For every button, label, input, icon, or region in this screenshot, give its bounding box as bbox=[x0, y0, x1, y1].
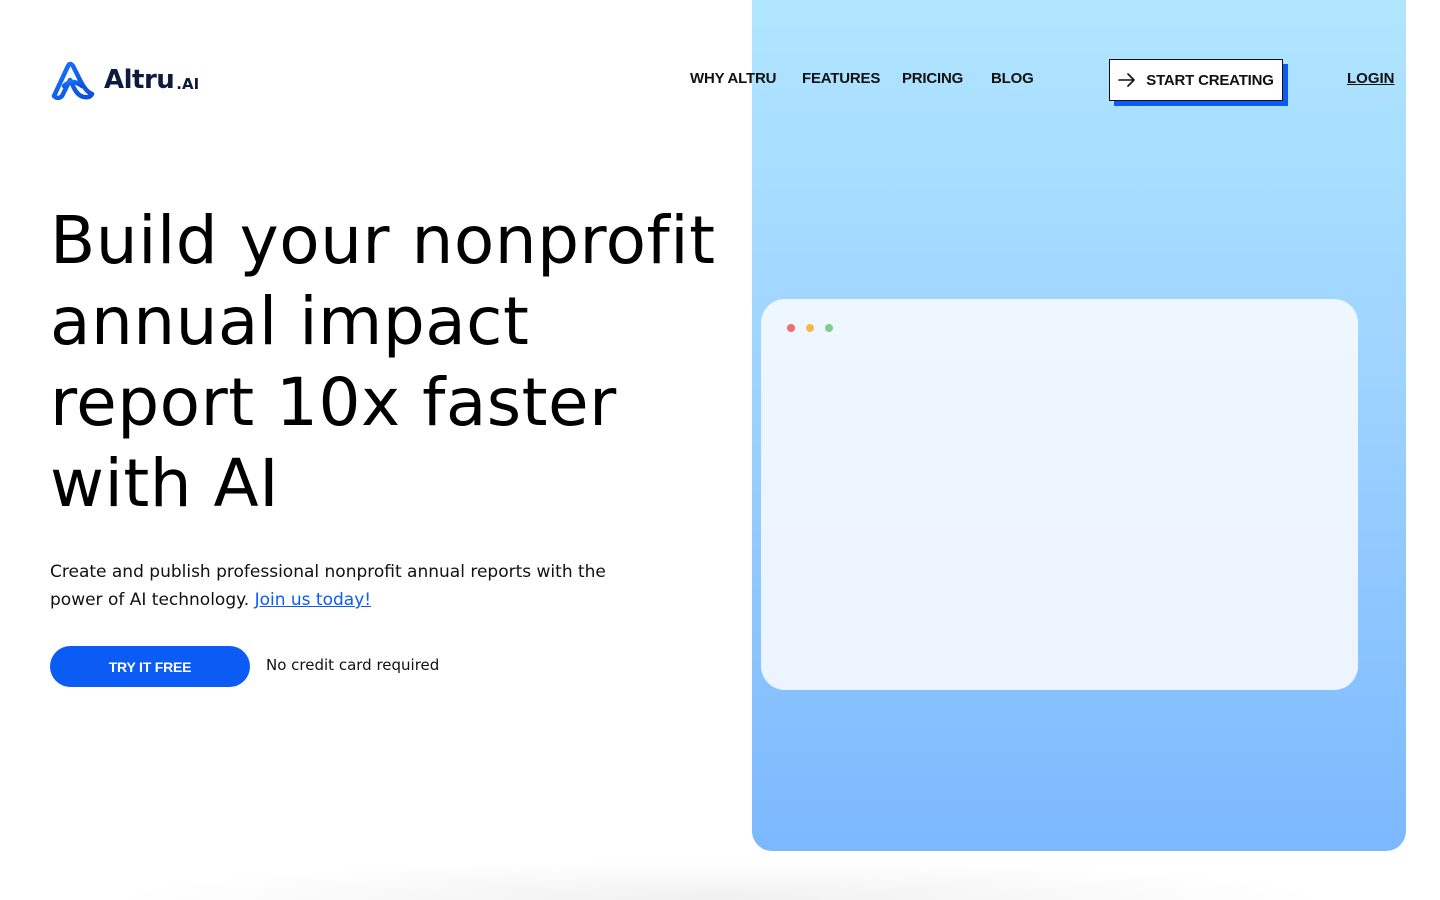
headline-line: report 10x faster bbox=[50, 364, 617, 441]
window-close-dot bbox=[787, 324, 795, 332]
hero-subtext: Create and publish professional nonprofi… bbox=[50, 558, 610, 614]
join-us-link[interactable]: Join us today! bbox=[255, 590, 372, 610]
altru-logo-icon bbox=[50, 60, 96, 100]
window-maximize-dot bbox=[825, 324, 833, 332]
nav-features[interactable]: FEATURES bbox=[802, 70, 880, 87]
start-creating-button[interactable]: START CREATING bbox=[1109, 59, 1283, 101]
start-creating-label: START CREATING bbox=[1146, 71, 1274, 89]
nav-why-altru[interactable]: WHY ALTRU bbox=[690, 70, 776, 87]
arrow-right-icon bbox=[1118, 73, 1136, 87]
headline-line: annual impact bbox=[50, 283, 530, 360]
headline-line: Build your nonprofit bbox=[50, 202, 716, 279]
brand-logo[interactable]: Altru .AI bbox=[50, 60, 199, 100]
hero-headline: Build your nonprofit annual impact repor… bbox=[50, 200, 740, 524]
app-preview-window bbox=[761, 299, 1358, 690]
brand-suffix: .AI bbox=[176, 75, 200, 93]
no-credit-card-note: No credit card required bbox=[266, 656, 440, 674]
nav-blog[interactable]: BLOG bbox=[991, 70, 1034, 87]
nav-pricing[interactable]: PRICING bbox=[902, 70, 963, 87]
try-it-free-button[interactable]: TRY IT FREE bbox=[50, 646, 250, 687]
headline-line: with AI bbox=[50, 445, 280, 522]
window-minimize-dot bbox=[806, 324, 814, 332]
bottom-shadow bbox=[100, 860, 1340, 900]
brand-name: Altru bbox=[104, 65, 175, 95]
login-link[interactable]: LOGIN bbox=[1347, 70, 1395, 87]
